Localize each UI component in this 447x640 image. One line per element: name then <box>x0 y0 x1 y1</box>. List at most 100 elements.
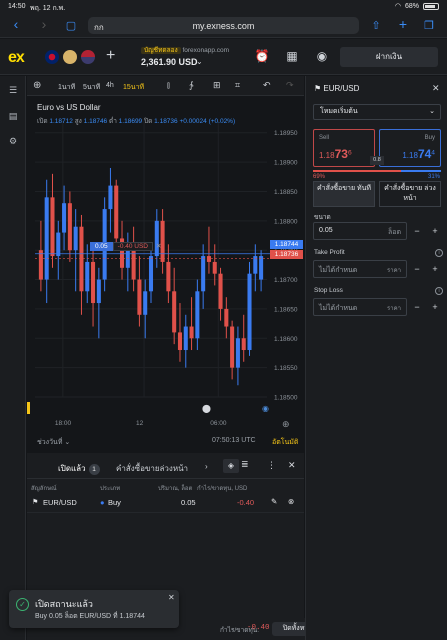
take-profit-input[interactable]: ไม่ได้กำหนด ราคา <box>313 260 407 278</box>
buy-button[interactable]: Buy 1.18744 <box>379 129 441 167</box>
menu-icon[interactable]: ☰ <box>7 85 19 97</box>
tab-pending-orders[interactable]: คำสั่งซื้อขายล่วงหน้า <box>116 462 188 475</box>
volume-input[interactable]: 0.05 ล็อต <box>313 222 407 240</box>
add-instrument-icon[interactable]: + <box>106 47 115 65</box>
tp-decrease-button[interactable]: − <box>409 260 425 278</box>
asset-icon-gold[interactable] <box>63 50 77 64</box>
table-row[interactable]: ⚑ EUR/USD ● Buy 0.05 -0.40 ✎ ⊗ <box>27 495 304 513</box>
back-icon[interactable]: ‹ <box>8 16 24 32</box>
target-icon[interactable]: ⊕ <box>282 419 290 430</box>
calendar-icon[interactable]: ▤ <box>7 111 19 123</box>
layout-icon[interactable]: ⊞ <box>213 80 221 91</box>
drawing-icon[interactable]: ⌗ <box>235 80 240 91</box>
order-symbol-label: EUR/USD <box>323 84 360 93</box>
alarm-icon[interactable]: ⏰ <box>254 49 270 65</box>
volume-decrease-button[interactable]: − <box>409 222 425 240</box>
candle-body <box>206 256 211 262</box>
tp-unit[interactable]: ราคา <box>387 265 401 275</box>
total-pl-value: -0.40 <box>247 624 270 632</box>
more-icon[interactable]: ⋮ <box>267 460 276 471</box>
check-icon: ✓ <box>16 598 29 611</box>
sell-price-sup: 6 <box>347 149 352 157</box>
sell-button[interactable]: Sell 1.18736 <box>313 129 375 167</box>
battery-icon <box>423 2 439 10</box>
bookmarks-icon[interactable]: ▢ <box>63 19 79 32</box>
candle-body <box>44 197 49 280</box>
open-label: เปิด <box>37 118 48 125</box>
url-bar[interactable]: กก my.exness.com <box>88 17 359 34</box>
bid-price-label: 1.18736 <box>270 250 303 259</box>
open-trade-tag[interactable]: 0.05 -0.40 USD ✕ <box>90 242 164 253</box>
scroll-marker <box>27 402 30 414</box>
deposit-button[interactable]: ฝากเงิน <box>340 47 438 67</box>
chevron-right-icon[interactable]: › <box>205 462 208 471</box>
close-order-panel-icon[interactable]: ✕ <box>432 83 440 94</box>
exness-logo[interactable]: ex <box>8 49 25 67</box>
sl-unit[interactable]: ราคา <box>387 303 401 313</box>
buy-label: Buy <box>424 135 435 141</box>
settings-icon[interactable]: ⚙ <box>7 136 19 148</box>
new-tab-icon[interactable]: + <box>395 16 411 32</box>
flag-icon-usd[interactable] <box>81 50 95 64</box>
session-range[interactable]: ช่วงวันที่ ⌄ <box>37 437 70 448</box>
indicators-icon[interactable]: ∱ <box>189 80 194 91</box>
candlestick-chart[interactable]: 1.189501.189001.188501.188001.187501.187… <box>27 97 304 452</box>
sell-label: Sell <box>319 135 330 141</box>
layers-icon[interactable]: ◈ <box>223 459 239 473</box>
tabs-icon[interactable]: ❐ <box>421 19 437 32</box>
volume-unit: ล็อต <box>387 229 401 236</box>
y-tick-label: 1.18850 <box>274 189 298 196</box>
profile-icon[interactable]: ◉ <box>314 49 330 65</box>
pending-order-tab[interactable]: คำสั่งซื้อขาย ล่วงหน้า <box>379 181 441 207</box>
sl-decrease-button[interactable]: − <box>409 298 425 316</box>
tp-value: ไม่ได้กำหนด <box>319 267 358 274</box>
edit-icon[interactable]: ✎ <box>271 497 277 506</box>
info-icon[interactable]: i <box>435 287 443 295</box>
timeframe-4h[interactable]: 4h <box>106 82 114 89</box>
sl-increase-button[interactable]: + <box>427 298 443 316</box>
add-indicator-icon[interactable]: ⊕ <box>33 80 41 91</box>
apps-grid-icon[interactable]: ▦ <box>284 49 300 65</box>
candle-body <box>108 185 113 210</box>
order-mode-select[interactable]: โหมดเริ่มต้น ⌄ <box>313 104 441 120</box>
timeframe-1m[interactable]: 1นาที <box>58 82 75 93</box>
row-symbol: EUR/USD <box>43 498 77 507</box>
forward-icon[interactable]: › <box>36 16 52 32</box>
y-tick-label: 1.18500 <box>274 395 298 402</box>
account-type[interactable]: บัญชีทดลอง forexonapp.com <box>141 45 229 55</box>
account-balance[interactable]: 2,361.90 USD <box>141 57 198 67</box>
auto-scale[interactable]: อัตโนมัติ <box>272 437 298 448</box>
candle-type-icon[interactable]: ⫾ <box>167 80 170 91</box>
app-header: ex + บัญชีทดลอง forexonapp.com 2,361.90 … <box>0 39 447 75</box>
close-panel-icon[interactable]: ✕ <box>288 460 296 471</box>
tp-increase-button[interactable]: + <box>427 260 443 278</box>
undo-icon[interactable]: ↶ <box>263 80 271 91</box>
close-position-icon[interactable]: ⊗ <box>288 497 294 506</box>
stop-loss-input[interactable]: ไม่ได้กำหนด ราคา <box>313 298 407 316</box>
event-flag-icon[interactable]: ⬤ <box>202 404 211 413</box>
flag-icon-gbp[interactable] <box>45 50 59 64</box>
candle-body <box>224 308 229 327</box>
event-flag-eu-icon[interactable]: ◉ <box>262 404 269 413</box>
chevron-down-icon[interactable]: ⌄ <box>196 57 203 66</box>
tab-open-positions[interactable]: เปิดแล้ว 1 <box>58 462 100 475</box>
close-trade-icon[interactable]: ✕ <box>153 243 164 250</box>
info-icon[interactable]: i <box>435 249 443 257</box>
share-icon[interactable]: ⇧ <box>368 19 384 32</box>
timeframe-15m[interactable]: 15นาที <box>123 82 144 93</box>
candle-body <box>50 197 55 257</box>
volume-increase-button[interactable]: + <box>427 222 443 240</box>
close-toast-icon[interactable]: ✕ <box>168 593 175 602</box>
candle-body <box>241 338 246 351</box>
order-panel: ⚑ EUR/USD ✕ โหมดเริ่มต้น ⌄ Sell 1.18736 B… <box>305 76 447 640</box>
buy-dot-icon: ● <box>100 498 105 507</box>
y-tick-label: 1.18550 <box>274 365 298 372</box>
stack-icon[interactable]: ≣ <box>241 459 249 470</box>
market-order-tab[interactable]: คำสั่งซื้อขาย ทันที <box>313 181 375 207</box>
trade-volume: 0.05 <box>90 242 113 251</box>
redo-icon[interactable]: ↷ <box>286 80 294 91</box>
price-chart[interactable]: 1.189501.189001.188501.188001.187501.187… <box>27 97 304 452</box>
row-pl: -0.40 <box>237 498 255 507</box>
col-pl: กำไร/ขาดทุน, USD <box>197 486 248 492</box>
timeframe-5m[interactable]: 5นาที <box>83 82 100 93</box>
